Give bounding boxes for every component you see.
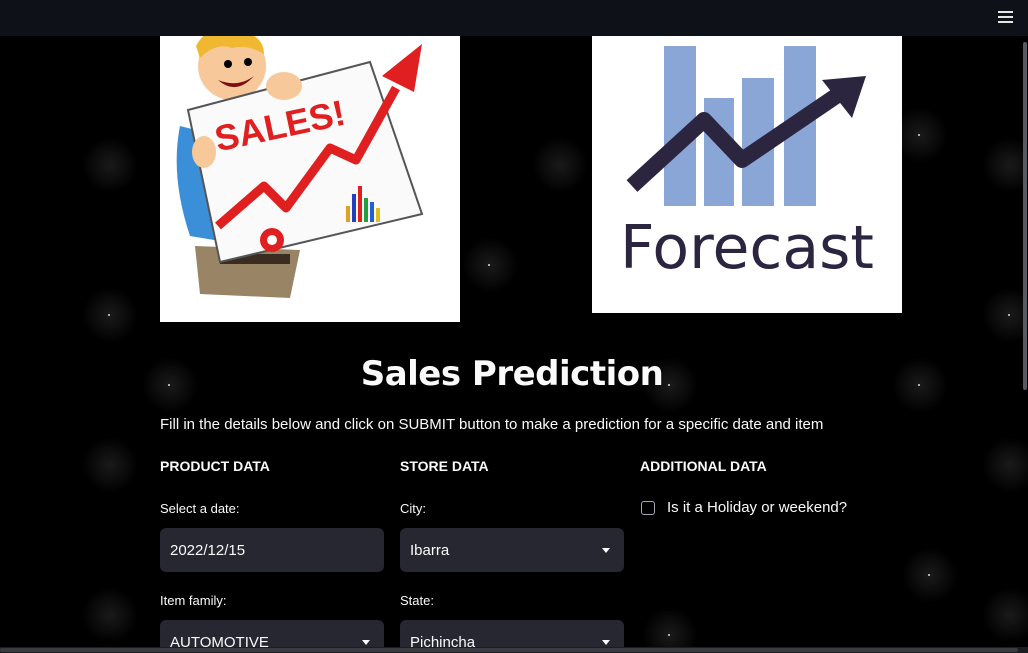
chevron-down-icon — [602, 639, 610, 645]
horizontal-scrollbar[interactable] — [0, 647, 1028, 653]
date-label: Select a date: — [160, 501, 240, 516]
store-data-heading: STORE DATA — [400, 458, 489, 474]
chevron-down-icon — [362, 639, 370, 645]
city-value: Ibarra — [410, 541, 450, 559]
sales-cartoon-image: SALES! — [160, 36, 460, 322]
vertical-scrollbar[interactable] — [1022, 36, 1028, 647]
holiday-checkbox-row[interactable]: Is it a Holiday or weekend? — [641, 499, 847, 516]
product-data-heading: PRODUCT DATA — [160, 458, 270, 474]
forecast-logo-image: Forecast — [592, 36, 902, 313]
top-bar — [0, 0, 1028, 36]
scrollbar-thumb[interactable] — [1023, 42, 1027, 390]
holiday-checkbox-label: Is it a Holiday or weekend? — [667, 499, 848, 516]
intro-text: Fill in the details below and click on S… — [160, 416, 824, 433]
chevron-down-icon — [602, 547, 610, 553]
date-input[interactable] — [160, 528, 384, 572]
horizontal-scrollbar-thumb[interactable] — [0, 648, 1018, 652]
city-label: City: — [400, 501, 426, 516]
city-select[interactable]: Ibarra — [400, 528, 624, 572]
item-family-label: Item family: — [160, 593, 227, 608]
forecast-logo-text: Forecast — [620, 213, 874, 283]
holiday-checkbox[interactable] — [641, 500, 655, 515]
additional-data-heading: ADDITIONAL DATA — [640, 458, 767, 474]
hamburger-menu-icon[interactable] — [994, 6, 1016, 28]
app-page: SALES! Forecast Sales Prediction Fill in… — [0, 0, 1028, 653]
date-input-field[interactable] — [170, 541, 374, 559]
page-title: Sales Prediction — [360, 354, 664, 394]
state-label: State: — [400, 593, 434, 608]
